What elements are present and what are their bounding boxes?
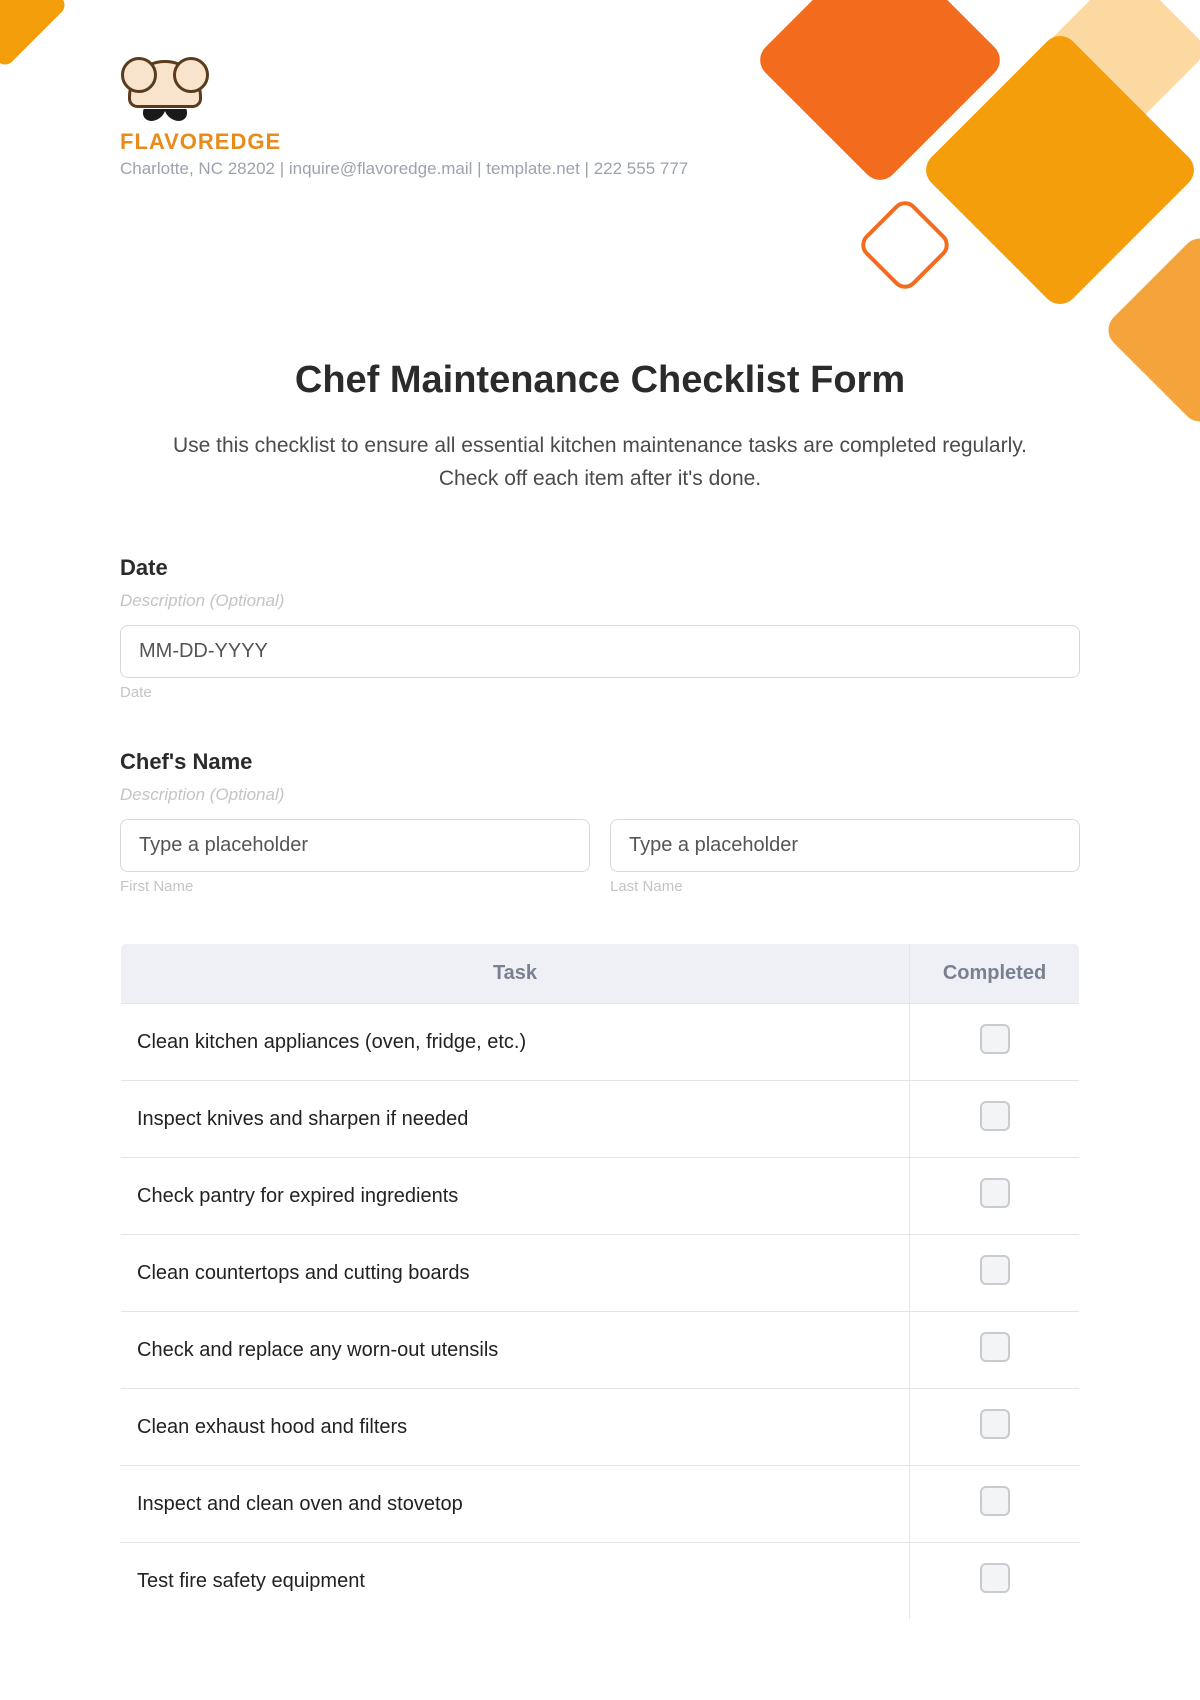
- completed-cell: [910, 1004, 1080, 1081]
- task-checkbox[interactable]: [980, 1024, 1010, 1054]
- logo: FLAVOREDGE Charlotte, NC 28202 | inquire…: [120, 60, 1200, 179]
- brand-name: FLAVOREDGE: [120, 129, 281, 155]
- last-name-caption: Last Name: [610, 878, 1080, 895]
- table-row: Test fire safety equipment: [121, 1543, 1080, 1620]
- task-checkbox[interactable]: [980, 1409, 1010, 1439]
- task-cell: Clean countertops and cutting boards: [121, 1235, 910, 1312]
- completed-cell: [910, 1158, 1080, 1235]
- checklist-table: Task Completed Clean kitchen appliances …: [120, 943, 1080, 1620]
- task-cell: Clean exhaust hood and filters: [121, 1389, 910, 1466]
- page-intro: Use this checklist to ensure all essenti…: [155, 430, 1045, 495]
- task-checkbox[interactable]: [980, 1178, 1010, 1208]
- col-task: Task: [121, 944, 910, 1004]
- col-completed: Completed: [910, 944, 1080, 1004]
- table-row: Clean kitchen appliances (oven, fridge, …: [121, 1004, 1080, 1081]
- field-chef-name: Chef's Name Description (Optional) First…: [120, 749, 1080, 895]
- task-cell: Inspect and clean oven and stovetop: [121, 1466, 910, 1543]
- form-content: Chef Maintenance Checklist Form Use this…: [0, 179, 1200, 1620]
- table-row: Check and replace any worn-out utensils: [121, 1312, 1080, 1389]
- completed-cell: [910, 1543, 1080, 1620]
- completed-cell: [910, 1081, 1080, 1158]
- table-row: Clean exhaust hood and filters: [121, 1389, 1080, 1466]
- chef-name-label: Chef's Name: [120, 749, 1080, 775]
- table-row: Check pantry for expired ingredients: [121, 1158, 1080, 1235]
- table-row: Clean countertops and cutting boards: [121, 1235, 1080, 1312]
- page-title: Chef Maintenance Checklist Form: [120, 359, 1080, 402]
- date-description: Description (Optional): [120, 591, 1080, 611]
- task-cell: Test fire safety equipment: [121, 1543, 910, 1620]
- first-name-input[interactable]: [120, 819, 590, 872]
- completed-cell: [910, 1235, 1080, 1312]
- date-input[interactable]: [120, 625, 1080, 678]
- task-checkbox[interactable]: [980, 1255, 1010, 1285]
- task-checkbox[interactable]: [980, 1101, 1010, 1131]
- table-row: Inspect and clean oven and stovetop: [121, 1466, 1080, 1543]
- date-label: Date: [120, 555, 1080, 581]
- header: FLAVOREDGE Charlotte, NC 28202 | inquire…: [0, 0, 1200, 179]
- task-checkbox[interactable]: [980, 1563, 1010, 1593]
- date-caption: Date: [120, 684, 1080, 701]
- task-checkbox[interactable]: [980, 1486, 1010, 1516]
- task-cell: Inspect knives and sharpen if needed: [121, 1081, 910, 1158]
- first-name-caption: First Name: [120, 878, 590, 895]
- last-name-input[interactable]: [610, 819, 1080, 872]
- completed-cell: [910, 1312, 1080, 1389]
- field-date: Date Description (Optional) Date: [120, 555, 1080, 701]
- task-cell: Clean kitchen appliances (oven, fridge, …: [121, 1004, 910, 1081]
- chef-name-description: Description (Optional): [120, 785, 1080, 805]
- task-checkbox[interactable]: [980, 1332, 1010, 1362]
- task-cell: Check pantry for expired ingredients: [121, 1158, 910, 1235]
- completed-cell: [910, 1389, 1080, 1466]
- chef-hat-icon: [120, 60, 210, 125]
- completed-cell: [910, 1466, 1080, 1543]
- task-cell: Check and replace any worn-out utensils: [121, 1312, 910, 1389]
- brand-contact: Charlotte, NC 28202 | inquire@flavoredge…: [120, 159, 688, 179]
- table-row: Inspect knives and sharpen if needed: [121, 1081, 1080, 1158]
